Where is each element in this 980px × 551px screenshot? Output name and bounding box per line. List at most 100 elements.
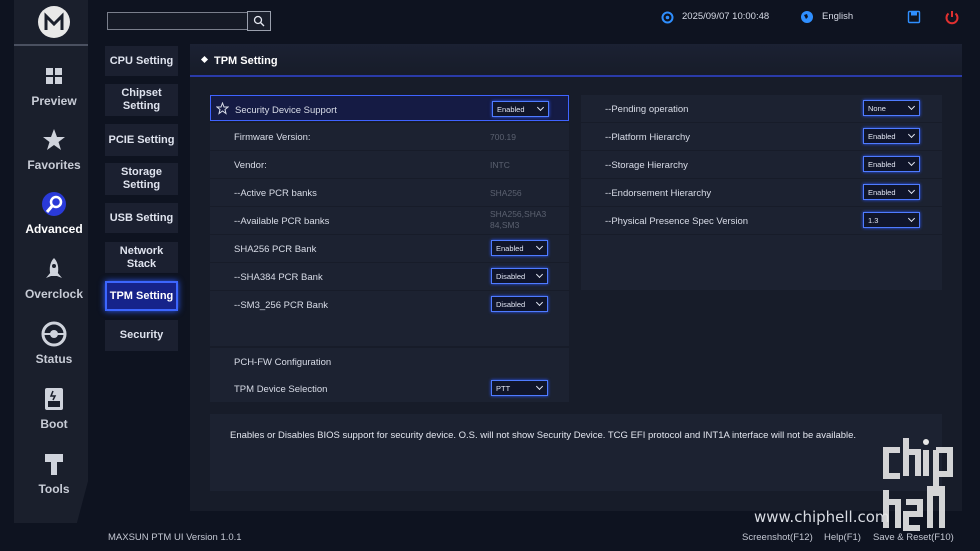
setting-label: TPM Device Selection <box>234 384 328 395</box>
setting-label: --SHA384 PCR Bank <box>234 272 323 283</box>
diamond-icon <box>200 55 209 64</box>
ssd-icon <box>45 388 63 410</box>
endorsement-hierarchy-dropdown[interactable]: Enabled <box>863 184 920 200</box>
chevron-down-icon <box>907 102 916 111</box>
row-available-pcr-banks: --Available PCR banks SHA256,SHA3 84,SM3 <box>210 207 569 234</box>
setting-value: INTC <box>490 160 510 170</box>
row-physical-presence-spec-version[interactable]: --Physical Presence Spec Version 1.3 <box>581 207 942 234</box>
dropdown-value: Enabled <box>868 188 896 197</box>
dropdown-value: PTT <box>496 384 511 393</box>
setting-value: 700.19 <box>490 132 516 142</box>
row-active-pcr-banks: --Active PCR banks SHA256 <box>210 179 569 206</box>
screenshot-button[interactable]: Screenshot(F12) <box>742 532 813 543</box>
setting-label: SHA256 PCR Bank <box>234 244 317 255</box>
nav-status[interactable]: Status <box>14 320 94 366</box>
help-button[interactable]: Help(F1) <box>824 532 861 543</box>
tpm-device-dropdown[interactable]: PTT <box>491 380 548 396</box>
setting-label: --Pending operation <box>605 104 689 115</box>
setting-label: --Active PCR banks <box>234 188 317 199</box>
dropdown-value: Enabled <box>496 244 524 253</box>
maxsun-logo <box>38 6 70 38</box>
setting-label: --Storage Hierarchy <box>605 160 688 171</box>
row-platform-hierarchy[interactable]: --Platform Hierarchy Enabled <box>581 123 942 150</box>
globe-icon[interactable] <box>800 10 814 24</box>
nav-label: Boot <box>40 417 68 431</box>
chevron-down-icon <box>907 214 916 223</box>
grid-icon <box>46 68 62 84</box>
row-sha384-pcr-bank[interactable]: --SHA384 PCR Bank Disabled <box>210 263 569 290</box>
row-pending-operation[interactable]: --Pending operation None <box>581 95 942 122</box>
nav-label: Favorites <box>27 158 81 172</box>
row-tpm-device-selection[interactable]: TPM Device Selection PTT <box>210 375 569 402</box>
nav-overclock[interactable]: Overclock <box>14 255 94 301</box>
dropdown-value: Enabled <box>868 160 896 169</box>
setting-label: --Endorsement Hierarchy <box>605 188 712 199</box>
sha256-pcr-dropdown[interactable]: Enabled <box>491 240 548 256</box>
submenu-pcie-setting[interactable]: PCIE Setting <box>105 124 178 156</box>
row-security-device-support[interactable]: Security Device Support Enabled <box>210 95 569 121</box>
security-device-support-dropdown[interactable]: Enabled <box>492 101 549 117</box>
language-selector[interactable]: English <box>822 11 853 22</box>
submenu-tpm-setting[interactable]: TPM Setting <box>105 281 178 311</box>
favorite-star-icon[interactable] <box>216 102 229 115</box>
chevron-down-icon <box>535 382 544 391</box>
nav-preview[interactable]: Preview <box>14 62 94 108</box>
sha384-pcr-dropdown[interactable]: Disabled <box>491 268 548 284</box>
dropdown-value: Enabled <box>868 132 896 141</box>
help-description: Enables or Disables BIOS support for sec… <box>210 414 942 491</box>
nav-boot[interactable]: Boot <box>14 385 94 431</box>
sm3-pcr-dropdown[interactable]: Disabled <box>491 296 548 312</box>
row-vendor: Vendor: INTC <box>210 151 569 178</box>
power-icon[interactable] <box>944 9 960 25</box>
submenu-cpu-setting[interactable]: CPU Setting <box>105 46 178 76</box>
datetime: 2025/09/07 10:00:48 <box>682 11 770 22</box>
setting-label: --SM3_256 PCR Bank <box>234 300 328 311</box>
dropdown-value: 1.3 <box>868 216 879 225</box>
setting-value: SHA256 <box>490 188 522 198</box>
panel-title: TPM Setting <box>214 55 278 67</box>
nav-advanced[interactable]: Advanced <box>14 190 94 236</box>
row-storage-hierarchy[interactable]: --Storage Hierarchy Enabled <box>581 151 942 178</box>
settings-gear-icon[interactable] <box>661 11 674 24</box>
chevron-down-icon <box>907 158 916 167</box>
search-button[interactable] <box>247 11 271 31</box>
pending-operation-dropdown[interactable]: None <box>863 100 920 116</box>
setting-value: SHA256,SHA3 84,SM3 <box>490 209 547 230</box>
logo-icon <box>44 12 64 30</box>
gauge-icon <box>41 321 67 347</box>
help-text: Enables or Disables BIOS support for sec… <box>230 430 857 441</box>
setting-label: --Physical Presence Spec Version <box>605 216 749 227</box>
row-sm3-pcr-bank[interactable]: --SM3_256 PCR Bank Disabled <box>210 291 569 346</box>
chiphell-watermark-logo <box>883 438 953 531</box>
storage-hierarchy-dropdown[interactable]: Enabled <box>863 156 920 172</box>
submenu-storage-setting[interactable]: Storage Setting <box>105 163 178 195</box>
save-reset-button[interactable]: Save & Reset(F10) <box>873 532 954 543</box>
submenu-chipset-setting[interactable]: Chipset Setting <box>105 84 178 116</box>
nav-label: Advanced <box>25 222 83 236</box>
panel-header: TPM Setting <box>190 44 962 77</box>
nav-label: Overclock <box>24 287 84 301</box>
nav-favorites[interactable]: Favorites <box>14 126 94 172</box>
submenu-network-stack[interactable]: Network Stack <box>105 242 178 273</box>
search-input[interactable] <box>107 12 248 30</box>
setting-label: --Available PCR banks <box>234 216 330 227</box>
nav-tools[interactable]: Tools <box>14 450 94 496</box>
chevron-down-icon <box>536 103 545 112</box>
rail-divider-top <box>14 44 88 46</box>
platform-hierarchy-dropdown[interactable]: Enabled <box>863 128 920 144</box>
rocket-icon <box>46 258 62 278</box>
wrench-gear-icon <box>42 192 66 216</box>
row-pch-fw-configuration: PCH-FW Configuration <box>210 348 569 375</box>
row-endorsement-hierarchy[interactable]: --Endorsement Hierarchy Enabled <box>581 179 942 206</box>
section-label: PCH-FW Configuration <box>234 357 332 368</box>
submenu-security[interactable]: Security <box>105 320 178 351</box>
nav-label: Tools <box>38 482 70 496</box>
dropdown-value: Disabled <box>496 272 526 281</box>
row-sha256-pcr-bank[interactable]: SHA256 PCR Bank Enabled <box>210 235 569 262</box>
submenu-usb-setting[interactable]: USB Setting <box>105 203 178 233</box>
dropdown-value: Disabled <box>496 300 526 309</box>
save-icon[interactable] <box>907 10 921 24</box>
nav-label: Preview <box>31 94 77 108</box>
setting-label: Vendor: <box>234 160 267 171</box>
pps-version-dropdown[interactable]: 1.3 <box>863 212 920 228</box>
